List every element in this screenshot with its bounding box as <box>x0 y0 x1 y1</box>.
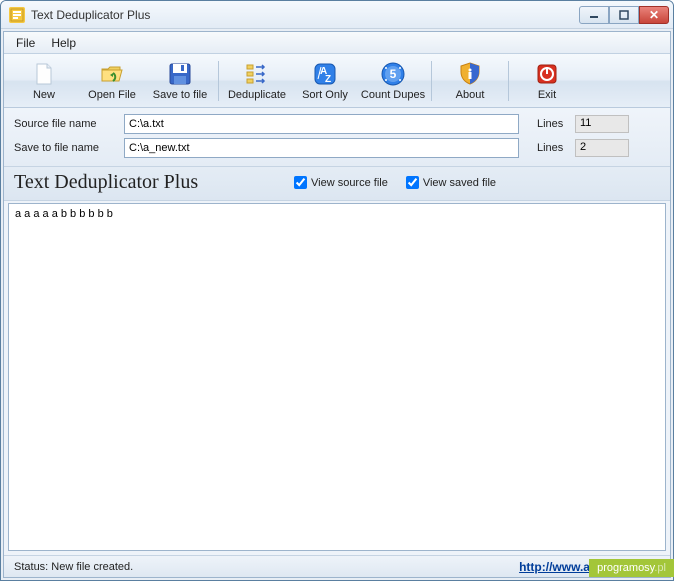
watermark-suffix: .pl <box>654 562 666 574</box>
svg-text:5: 5 <box>390 67 397 81</box>
page-heading: Text Deduplicator Plus <box>14 171 294 194</box>
menu-help[interactable]: Help <box>43 34 84 52</box>
sort-label: Sort Only <box>302 89 348 101</box>
deduplicate-button[interactable]: Deduplicate <box>223 57 291 105</box>
open-folder-icon <box>98 60 126 88</box>
about-label: About <box>456 89 485 101</box>
toolbar-separator <box>218 61 219 101</box>
status-text: Status: New file created. <box>14 561 133 573</box>
new-button[interactable]: New <box>10 57 78 105</box>
app-icon <box>9 7 25 23</box>
file-fields: Source file name Lines 11 Save to file n… <box>4 108 670 167</box>
view-source-check[interactable] <box>294 176 307 189</box>
toolbar-separator <box>508 61 509 101</box>
new-file-icon <box>30 60 58 88</box>
menu-bar: File Help <box>4 32 670 54</box>
shield-info-icon <box>456 60 484 88</box>
save-icon <box>166 60 194 88</box>
minimize-button[interactable] <box>579 6 609 24</box>
client-area: File Help New Open File Save to file Ded… <box>3 31 671 578</box>
open-file-button[interactable]: Open File <box>78 57 146 105</box>
sort-icon: AZ <box>311 60 339 88</box>
status-bar: Status: New file created. http://www.ale… <box>4 555 670 577</box>
watermark: programosy.pl <box>589 559 674 577</box>
text-content-area[interactable]: a a a a a b b b b b b <box>8 203 666 551</box>
toolbar: New Open File Save to file Deduplicate A… <box>4 54 670 108</box>
source-row: Source file name Lines 11 <box>14 114 660 134</box>
toolbar-separator <box>431 61 432 101</box>
svg-text:Z: Z <box>325 74 331 85</box>
view-saved-label: View saved file <box>423 177 496 189</box>
close-button[interactable]: ✕ <box>639 6 669 24</box>
watermark-main: programosy <box>597 562 654 574</box>
exit-label: Exit <box>538 89 556 101</box>
title-bar: Text Deduplicator Plus ✕ <box>1 1 673 29</box>
maximize-button[interactable] <box>609 6 639 24</box>
save-to-file-button[interactable]: Save to file <box>146 57 214 105</box>
heading-row: Text Deduplicator Plus View source file … <box>4 167 670 201</box>
new-label: New <box>33 89 55 101</box>
save-row: Save to file name Lines 2 <box>14 138 660 158</box>
about-button[interactable]: About <box>436 57 504 105</box>
save-label: Save to file <box>153 89 207 101</box>
open-label: Open File <box>88 89 136 101</box>
exit-icon <box>533 60 561 88</box>
view-source-label: View source file <box>311 177 388 189</box>
dedupe-label: Deduplicate <box>228 89 286 101</box>
sort-only-button[interactable]: AZ Sort Only <box>291 57 359 105</box>
deduplicate-icon <box>243 60 271 88</box>
exit-button[interactable]: Exit <box>513 57 581 105</box>
lines-label: Lines <box>537 118 569 130</box>
count-icon: 5 <box>379 60 407 88</box>
count-dupes-button[interactable]: 5 Count Dupes <box>359 57 427 105</box>
save-file-label: Save to file name <box>14 142 118 154</box>
view-saved-checkbox[interactable]: View saved file <box>406 176 496 189</box>
saved-lines-value: 2 <box>575 139 629 157</box>
lines-label: Lines <box>537 142 569 154</box>
source-file-label: Source file name <box>14 118 118 130</box>
save-file-input[interactable] <box>124 138 519 158</box>
window-title: Text Deduplicator Plus <box>31 8 579 22</box>
source-lines-value: 11 <box>575 115 629 133</box>
view-saved-check[interactable] <box>406 176 419 189</box>
view-source-checkbox[interactable]: View source file <box>294 176 388 189</box>
source-file-input[interactable] <box>124 114 519 134</box>
window-controls: ✕ <box>579 6 669 24</box>
count-label: Count Dupes <box>361 89 425 101</box>
app-window: Text Deduplicator Plus ✕ File Help New O… <box>0 0 674 581</box>
menu-file[interactable]: File <box>8 34 43 52</box>
